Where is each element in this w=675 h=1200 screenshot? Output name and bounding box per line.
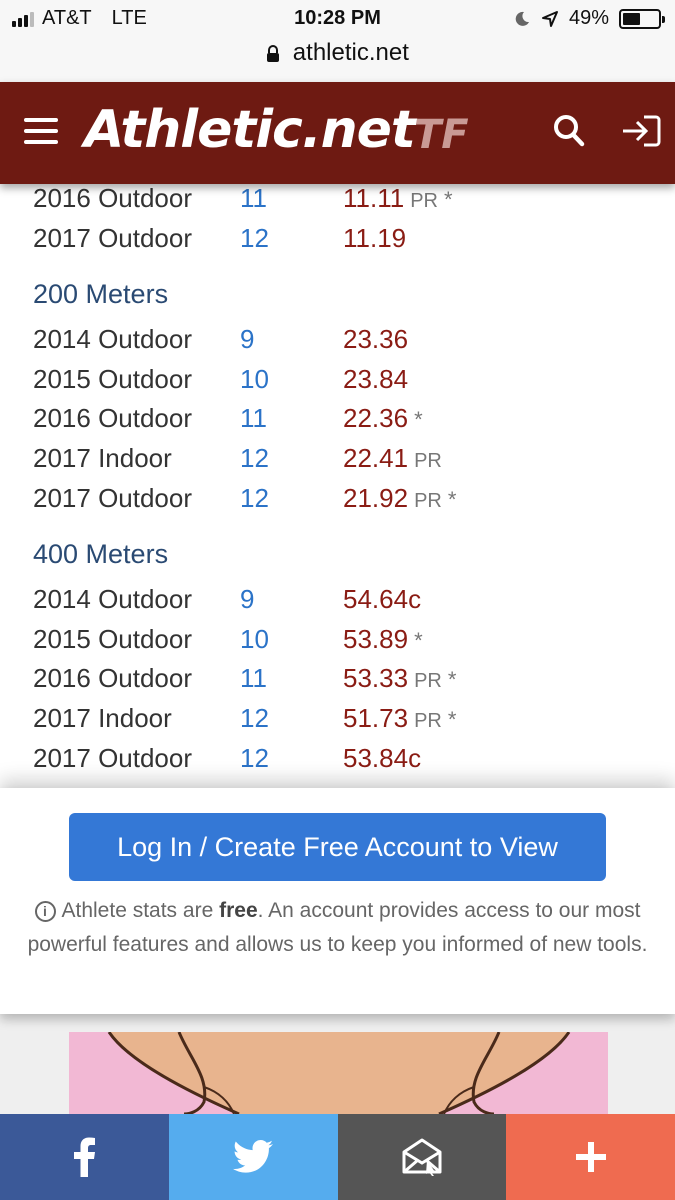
results-list: 2016 Outdoor 11 11.11 PR * 2017 Outdoor 12… xyxy=(0,184,675,788)
star-marker: * xyxy=(444,187,453,212)
ad-image[interactable] xyxy=(69,1032,608,1114)
result-row[interactable]: 2015 Outdoor 10 53.89 * xyxy=(33,620,675,660)
battery-icon xyxy=(619,8,665,29)
grade: 12 xyxy=(240,442,269,473)
season: 2015 Outdoor xyxy=(33,363,193,394)
lock-icon xyxy=(267,44,280,62)
battery-percent: 49% xyxy=(568,7,609,29)
season: 2014 Outdoor xyxy=(33,324,193,355)
star-marker: * xyxy=(447,706,457,732)
sign-in-icon[interactable] xyxy=(620,114,662,148)
ad-area xyxy=(0,1014,675,1114)
email-share-button[interactable] xyxy=(337,1114,507,1200)
more-share-button[interactable] xyxy=(506,1114,675,1200)
grade: 11 xyxy=(240,663,267,694)
grade: 11 xyxy=(240,403,267,434)
pr-badge: PR xyxy=(414,670,442,693)
season: 2016 Outdoor xyxy=(33,403,193,434)
grade: 12 xyxy=(240,742,269,773)
grade: 12 xyxy=(240,702,269,733)
mark[interactable]: 22.41 xyxy=(343,443,408,473)
login-prompt-panel: Log In / Create Free Account to View i At… xyxy=(0,788,675,1014)
mark[interactable]: 23.84 xyxy=(343,364,408,394)
note-bold: free xyxy=(219,899,258,922)
mark[interactable]: 11.11 xyxy=(343,184,404,213)
mark[interactable]: 22.36 xyxy=(343,403,408,433)
season: 2017 Outdoor xyxy=(33,222,193,253)
status-bar: AT&T LTE 10:28 PM 49% xyxy=(0,0,675,36)
season: 2015 Outdoor xyxy=(33,623,193,654)
event-title[interactable]: 400 Meters xyxy=(33,528,675,580)
result-row[interactable]: 2017 Outdoor 12 11.19 xyxy=(33,219,675,259)
mark[interactable]: 53.33 xyxy=(343,663,408,693)
star-marker: * xyxy=(414,627,423,653)
event-section: 2016 Outdoor 11 11.11 PR * 2017 Outdoor 12… xyxy=(0,184,675,258)
result-row[interactable]: 2015 Outdoor 10 23.84 xyxy=(33,360,675,400)
grade: 10 xyxy=(240,623,269,654)
grade: 12 xyxy=(240,482,269,513)
site-header: Athletic.net TF xyxy=(0,82,675,184)
season: 2017 Outdoor xyxy=(33,742,193,773)
event-section-400m: 400 Meters 2014 Outdoor 9 54.64c 2015 Ou… xyxy=(0,528,675,778)
result-row[interactable]: 2014 Outdoor 9 23.36 xyxy=(33,320,675,360)
twitter-share-button[interactable] xyxy=(168,1114,338,1200)
result-row[interactable]: 2017 Outdoor 12 21.92 PR * xyxy=(33,479,675,519)
url-domain: athletic.net xyxy=(292,39,409,66)
pr-badge: PR xyxy=(414,709,442,732)
mark[interactable]: 21.92 xyxy=(343,483,408,513)
share-bar xyxy=(0,1114,675,1200)
menu-icon[interactable] xyxy=(24,118,58,144)
search-icon[interactable] xyxy=(553,114,585,148)
star-marker: * xyxy=(447,486,457,512)
mark[interactable]: 23.36 xyxy=(343,324,408,354)
result-row[interactable]: 2017 Indoor 12 51.73 PR * xyxy=(33,699,675,739)
season: 2017 Indoor xyxy=(33,442,172,473)
season: 2016 Outdoor xyxy=(33,663,193,694)
mark[interactable]: 54.64c xyxy=(343,584,421,614)
email-icon xyxy=(402,1138,442,1176)
result-row[interactable]: 2016 Outdoor 11 11.11 PR * xyxy=(33,184,675,219)
facebook-share-button[interactable] xyxy=(0,1114,169,1200)
mark[interactable]: 11.19 xyxy=(343,223,406,253)
event-section-200m: 200 Meters 2014 Outdoor 9 23.36 2015 Out… xyxy=(0,268,675,518)
grade: 11 xyxy=(240,184,267,213)
grade: 9 xyxy=(240,584,255,615)
result-row[interactable]: 2017 Outdoor 12 53.84c xyxy=(33,739,675,779)
grade: 10 xyxy=(240,363,269,394)
season: 2014 Outdoor xyxy=(33,584,193,615)
season: 2017 Outdoor xyxy=(33,482,193,513)
login-create-account-button[interactable]: Log In / Create Free Account to View xyxy=(69,813,606,881)
mark[interactable]: 53.84c xyxy=(343,743,421,773)
season: 2016 Outdoor xyxy=(33,184,193,213)
pr-badge: PR xyxy=(414,449,442,472)
location-arrow-icon xyxy=(541,10,558,27)
pr-badge: PR xyxy=(414,489,442,512)
grade: 12 xyxy=(240,222,269,253)
season: 2017 Indoor xyxy=(33,702,172,733)
result-row[interactable]: 2016 Outdoor 11 22.36 * xyxy=(33,399,675,439)
note-prefix: Athlete stats are xyxy=(61,899,220,922)
url-bar[interactable]: athletic.net xyxy=(0,36,675,82)
star-marker: * xyxy=(414,407,423,433)
result-row[interactable]: 2014 Outdoor 9 54.64c xyxy=(33,580,675,620)
login-note: i Athlete stats are free. An account prov… xyxy=(12,894,663,962)
star-marker: * xyxy=(447,667,457,693)
sport-label: TF xyxy=(414,112,469,158)
twitter-icon xyxy=(233,1140,274,1173)
plus-icon xyxy=(575,1142,606,1172)
event-title[interactable]: 200 Meters xyxy=(33,268,675,320)
moon-icon xyxy=(515,11,529,26)
mark[interactable]: 53.89 xyxy=(343,624,408,654)
site-logo[interactable]: Athletic.net xyxy=(84,100,416,160)
result-row[interactable]: 2017 Indoor 12 22.41 PR xyxy=(33,439,675,479)
grade: 9 xyxy=(240,324,255,355)
info-icon: i xyxy=(34,901,56,922)
result-row[interactable]: 2016 Outdoor 11 53.33 PR * xyxy=(33,659,675,699)
facebook-icon xyxy=(74,1137,96,1177)
pr-badge: PR xyxy=(410,190,439,212)
mark[interactable]: 51.73 xyxy=(343,703,408,733)
